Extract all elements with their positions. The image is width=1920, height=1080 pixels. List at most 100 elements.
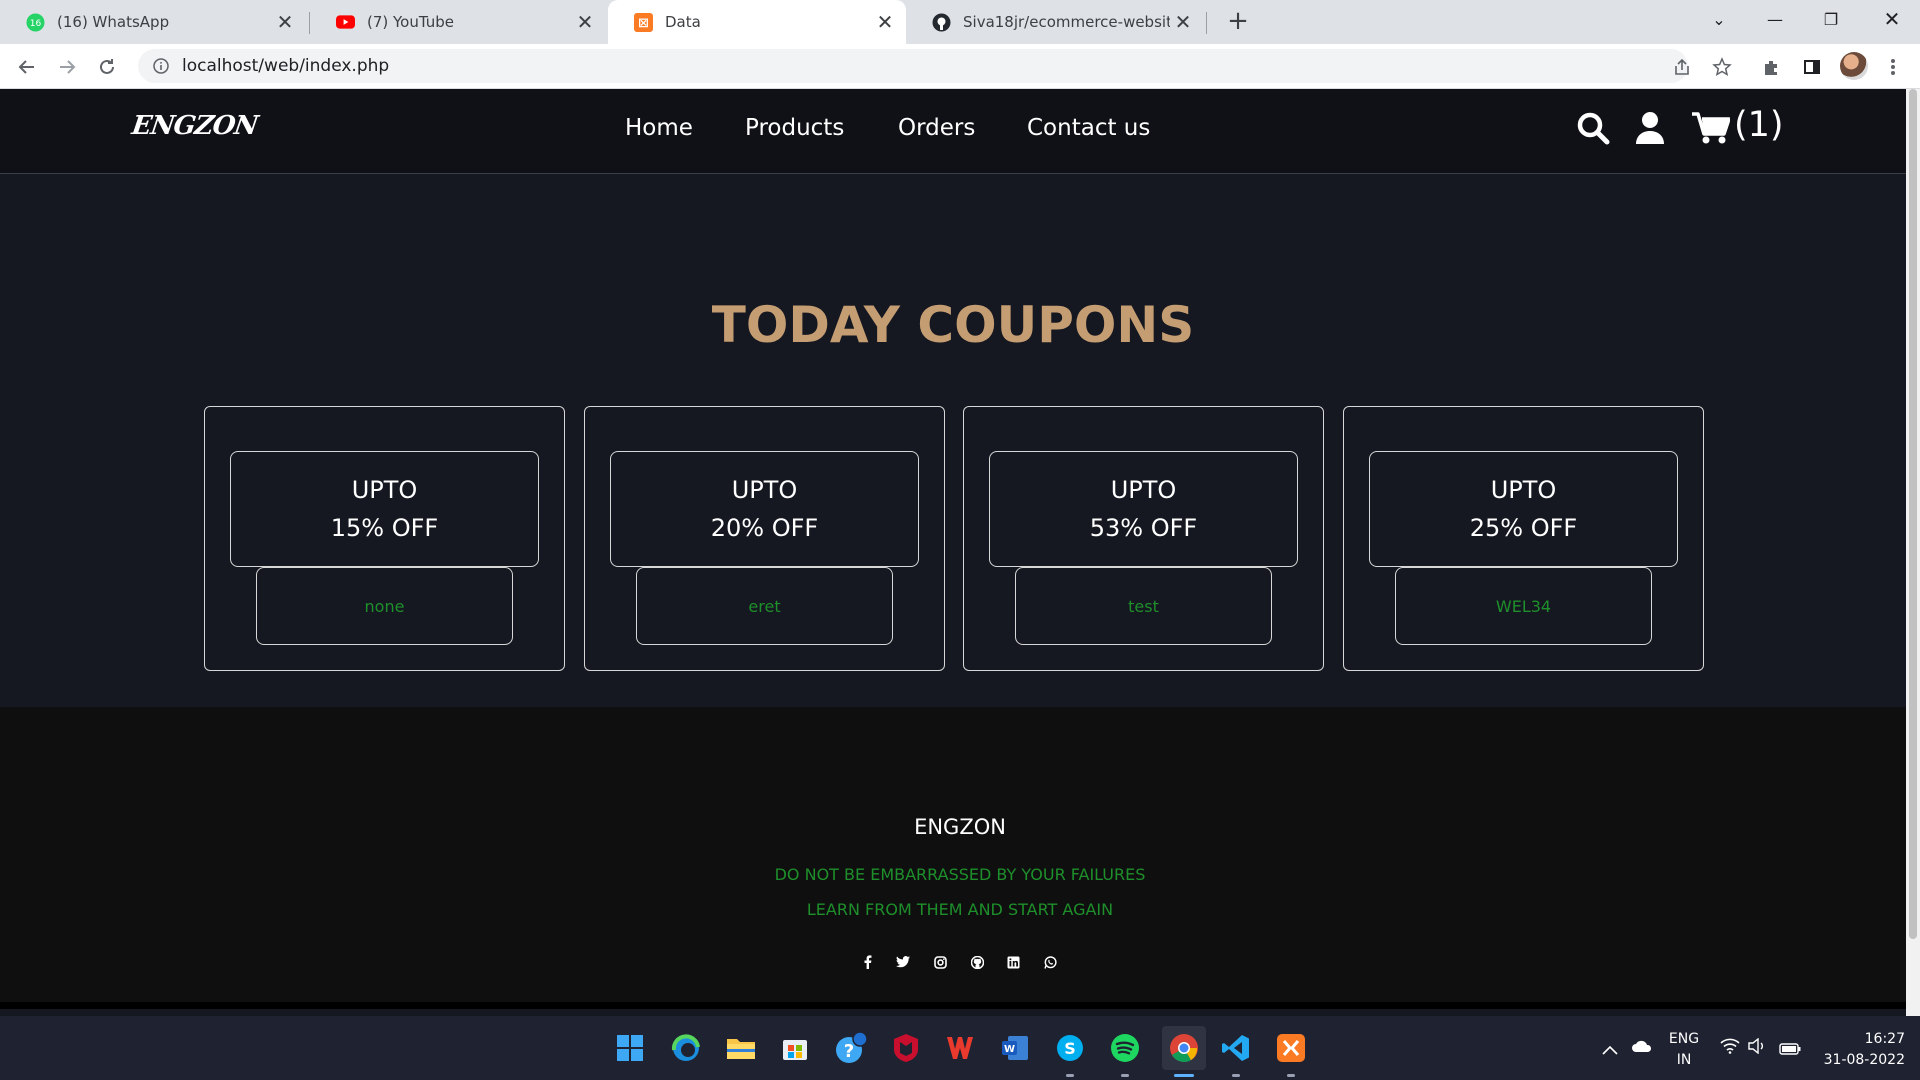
coupon-discount: 53% OFF [1089, 514, 1198, 542]
facebook-icon[interactable] [857, 952, 877, 972]
new-tab-button[interactable]: + [1222, 6, 1254, 38]
nav-orders[interactable]: Orders [898, 115, 975, 141]
extensions-icon[interactable] [1754, 50, 1788, 84]
restore-button[interactable]: ❐ [1803, 0, 1859, 38]
nav-contact-us[interactable]: Contact us [1027, 115, 1150, 141]
back-button[interactable] [10, 50, 44, 84]
minimize-button[interactable]: — [1747, 0, 1803, 38]
language-indicator[interactable]: ENG [1665, 1031, 1703, 1047]
running-indicator [1066, 1074, 1074, 1077]
close-tab-icon[interactable]: ✕ [272, 10, 298, 34]
chrome-icon[interactable] [1162, 1026, 1206, 1070]
share-icon[interactable] [1665, 50, 1699, 84]
edge-browser-icon[interactable] [668, 1030, 704, 1066]
site-header: ENGZON Home Products Orders Contact us (… [0, 89, 1906, 174]
user-icon[interactable] [1636, 111, 1664, 149]
running-indicator [1232, 1074, 1240, 1077]
coupon-code[interactable]: WEL34 [1395, 567, 1652, 645]
coupon-label: UPTO [1490, 476, 1557, 504]
close-tab-icon[interactable]: ✕ [872, 10, 898, 34]
running-indicator [1287, 1074, 1295, 1077]
instagram-icon[interactable] [930, 952, 950, 972]
word-icon[interactable]: W [997, 1030, 1033, 1066]
windows-start-icon[interactable] [612, 1030, 648, 1066]
wifi-icon[interactable] [1720, 1038, 1740, 1058]
microsoft-store-icon[interactable] [777, 1030, 813, 1066]
close-tab-icon[interactable]: ✕ [1170, 10, 1196, 34]
site-info-icon[interactable] [152, 57, 170, 75]
coupon-code[interactable]: test [1015, 567, 1272, 645]
site-logo[interactable]: ENGZON [130, 111, 259, 141]
tab-title: (7) YouTube [367, 13, 455, 31]
youtube-icon [336, 13, 355, 32]
whatsapp-icon: 16 [26, 13, 45, 32]
coupon-code[interactable]: none [256, 567, 513, 645]
tab-title: Data [665, 13, 701, 31]
coupon-card[interactable]: UPTO 15% OFF none [204, 406, 565, 671]
tab-divider [1206, 12, 1207, 34]
svg-text:⊠: ⊠ [638, 16, 649, 31]
clock-time[interactable]: 16:27 [1815, 1031, 1905, 1047]
cart-count[interactable]: (1) [1734, 105, 1784, 145]
spotify-icon[interactable] [1107, 1030, 1143, 1066]
svg-text:16: 16 [30, 19, 42, 29]
tab-data[interactable]: ⊠ Data ✕ [608, 0, 906, 44]
coupon-label: UPTO [1110, 476, 1177, 504]
tab-github[interactable]: Siva18jr/ecommerce-website: e-c ✕ [906, 0, 1204, 44]
reload-button[interactable] [90, 50, 124, 84]
coupon-discount: 15% OFF [330, 514, 439, 542]
volume-icon[interactable] [1748, 1037, 1766, 1058]
side-panel-icon[interactable] [1795, 50, 1829, 84]
mcafee-icon[interactable] [888, 1030, 924, 1066]
tab-whatsapp[interactable]: 16 (16) WhatsApp ✕ [0, 0, 306, 44]
whatsapp-icon[interactable] [1040, 952, 1060, 972]
coupon-discount: 25% OFF [1469, 514, 1578, 542]
github-icon[interactable] [967, 952, 987, 972]
xampp-icon[interactable] [1273, 1030, 1309, 1066]
nav-products[interactable]: Products [745, 115, 844, 141]
browser-tab-strip: 16 (16) WhatsApp ✕ (7) YouTube ✕ ⊠ Data … [0, 0, 1920, 44]
coupon-section: TODAY COUPONS UPTO 15% OFF none UPTO 20%… [0, 175, 1906, 707]
coupon-card[interactable]: UPTO 25% OFF WEL34 [1343, 406, 1704, 671]
nav-home[interactable]: Home [625, 115, 693, 141]
search-icon[interactable] [1576, 111, 1610, 149]
wps-office-icon[interactable] [942, 1030, 978, 1066]
site-footer: ENGZON DO NOT BE EMBARRASSED BY YOUR FAI… [0, 707, 1906, 1009]
svg-text:?: ? [844, 1041, 854, 1062]
chevron-up-icon[interactable] [1602, 1040, 1618, 1059]
coupon-card[interactable]: UPTO 20% OFF eret [584, 406, 945, 671]
coupon-label: UPTO [351, 476, 418, 504]
menu-kebab-icon[interactable] [1876, 50, 1910, 84]
clock-date[interactable]: 31-08-2022 [1805, 1052, 1905, 1068]
battery-icon[interactable] [1779, 1040, 1801, 1059]
onedrive-cloud-icon[interactable] [1631, 1038, 1653, 1057]
linkedin-icon[interactable] [1003, 952, 1023, 972]
browser-toolbar: localhost/web/index.php [0, 44, 1920, 89]
scrollbar-thumb[interactable] [1909, 89, 1917, 939]
url-text: localhost/web/index.php [182, 56, 390, 76]
running-indicator [1121, 1074, 1129, 1077]
twitter-icon[interactable] [893, 952, 913, 972]
region-indicator[interactable]: IN [1665, 1052, 1703, 1068]
file-explorer-icon[interactable] [723, 1030, 759, 1066]
page-scrollbar[interactable] [1906, 89, 1920, 1016]
help-chat-icon[interactable]: ? [833, 1030, 869, 1066]
cart-icon[interactable] [1692, 111, 1731, 149]
arrow-right-icon [60, 60, 76, 74]
bookmark-star-icon[interactable] [1705, 50, 1739, 84]
close-window-button[interactable]: ✕ [1864, 0, 1920, 38]
footer-quote-line-2: LEARN FROM THEM AND START AGAIN [806, 900, 1114, 919]
tab-title: (16) WhatsApp [57, 13, 170, 31]
tab-search-icon[interactable]: ⌄ [1691, 0, 1747, 38]
vscode-icon[interactable] [1218, 1030, 1254, 1066]
coupon-card[interactable]: UPTO 53% OFF test [963, 406, 1324, 671]
close-tab-icon[interactable]: ✕ [572, 10, 598, 34]
skype-icon[interactable]: S [1052, 1030, 1088, 1066]
tab-youtube[interactable]: (7) YouTube ✕ [310, 0, 606, 44]
profile-avatar[interactable] [1840, 52, 1868, 80]
coupon-code[interactable]: eret [636, 567, 893, 645]
address-bar[interactable]: localhost/web/index.php [138, 49, 1688, 83]
coupon-offer-box: UPTO 15% OFF [230, 451, 539, 567]
forward-button[interactable] [50, 50, 84, 84]
github-icon [932, 13, 951, 32]
